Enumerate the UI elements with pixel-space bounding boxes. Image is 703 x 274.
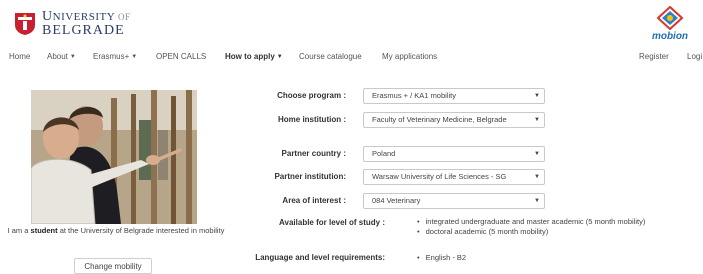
logo-of: OF: [118, 12, 131, 22]
nav-how-to-apply-label: How to apply: [225, 52, 275, 61]
program-label: Choose program :: [277, 91, 346, 100]
chevron-down-icon: ▼: [534, 93, 540, 99]
caption-suffix: at the University of Belgrade interested…: [59, 226, 225, 235]
language-list: English - B2: [417, 253, 466, 262]
profile-caption: I am a student at the University of Belg…: [5, 226, 227, 236]
university-logo[interactable]: UNIVERSITY OF BELGRADE: [14, 10, 131, 38]
partner-country-select[interactable]: Poland ▼: [363, 146, 545, 162]
nav-about-label: About: [47, 52, 68, 61]
chevron-down-icon: ▼: [69, 54, 76, 60]
partner-institution-label: Partner institution:: [274, 172, 346, 181]
home-institution-value: Faculty of Veterinary Medicine, Belgrade: [372, 115, 507, 124]
nav-erasmus[interactable]: Erasmus+ ▼: [93, 52, 137, 61]
logo-city: BELGRADE: [42, 23, 125, 38]
chevron-down-icon: ▼: [534, 151, 540, 157]
study-level-label: Available for level of study :: [279, 218, 385, 227]
partner-country-value: Poland: [372, 149, 396, 158]
nav-login[interactable]: Logi: [687, 52, 702, 61]
nav-my-applications[interactable]: My applications: [382, 52, 437, 61]
chevron-down-icon: ▼: [534, 174, 540, 180]
language-requirements-label: Language and level requirements:: [255, 253, 385, 262]
nav-erasmus-label: Erasmus+: [93, 52, 130, 61]
home-institution-label: Home institution :: [278, 115, 346, 124]
study-level-list: integrated undergraduate and master acad…: [417, 217, 646, 237]
area-of-interest-value: 084 Veterinary: [372, 196, 421, 205]
university-crest-icon: [15, 13, 35, 35]
chevron-down-icon: ▼: [276, 54, 283, 60]
nav-about[interactable]: About ▼: [47, 52, 76, 61]
partner-country-label: Partner country :: [281, 149, 346, 158]
change-mobility-button[interactable]: Change mobility: [74, 258, 152, 274]
home-institution-select[interactable]: Faculty of Veterinary Medicine, Belgrade…: [363, 112, 545, 128]
program-select[interactable]: Erasmus + / KA1 mobility ▼: [363, 88, 545, 104]
area-of-interest-select[interactable]: 084 Veterinary ▼: [363, 193, 545, 209]
list-item: doctoral academic (5 month mobility): [417, 227, 645, 237]
logo-cap: U: [42, 9, 53, 24]
main-navigation: Home About ▼ Erasmus+ ▼ OPEN CALLS How to …: [0, 50, 703, 66]
partner-institution-select[interactable]: Warsaw University of Life Sciences - SG …: [363, 169, 545, 185]
caption-role: student: [30, 226, 58, 235]
mobion-logo[interactable]: mobion: [640, 5, 700, 42]
logo-university: NIVERSITY: [52, 11, 115, 23]
partner-institution-value: Warsaw University of Life Sciences - SG: [372, 172, 507, 181]
nav-course-catalogue[interactable]: Course catalogue: [299, 52, 362, 61]
caption-prefix: I am a: [7, 226, 29, 235]
nav-home[interactable]: Home: [9, 52, 30, 61]
area-of-interest-label: Area of interest :: [282, 196, 346, 205]
program-select-value: Erasmus + / KA1 mobility: [372, 91, 456, 100]
list-item: integrated undergraduate and master acad…: [417, 217, 646, 227]
chevron-down-icon: ▼: [131, 54, 138, 60]
mobion-emblem-icon: [656, 5, 684, 31]
nav-how-to-apply[interactable]: How to apply ▼: [225, 52, 283, 61]
mobion-wordmark: mobion: [651, 31, 689, 42]
students-photo: [31, 90, 197, 224]
nav-open-calls[interactable]: OPEN CALLS: [156, 52, 206, 61]
chevron-down-icon: ▼: [534, 198, 540, 204]
list-item: English - B2: [417, 253, 466, 262]
chevron-down-icon: ▼: [534, 117, 540, 123]
nav-register[interactable]: Register: [639, 52, 669, 61]
